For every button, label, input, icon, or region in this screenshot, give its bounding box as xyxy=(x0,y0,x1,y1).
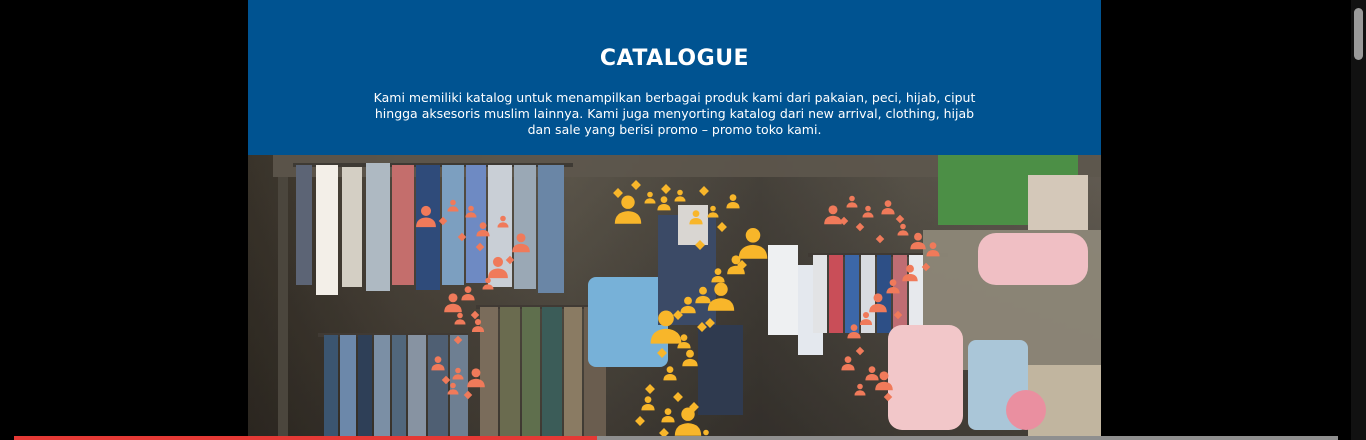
page-content: CATALOGUE Kami memiliki katalog untuk me… xyxy=(248,0,1101,440)
store-scene xyxy=(248,155,1101,440)
video-viewport: CATALOGUE Kami memiliki katalog untuk me… xyxy=(0,0,1366,440)
video-progress-track[interactable] xyxy=(14,436,1338,440)
catalogue-header: CATALOGUE Kami memiliki katalog untuk me… xyxy=(248,0,1101,155)
scrollbar-thumb[interactable] xyxy=(1354,8,1363,60)
catalogue-description: Kami memiliki katalog untuk menampilkan … xyxy=(373,90,976,137)
left-pillar xyxy=(278,177,288,440)
page-title: CATALOGUE xyxy=(599,46,750,71)
video-progress-fill xyxy=(14,436,597,440)
store-image xyxy=(248,155,1101,440)
left-clothes-rack xyxy=(293,163,573,295)
page-scrollbar[interactable] xyxy=(1351,0,1366,440)
